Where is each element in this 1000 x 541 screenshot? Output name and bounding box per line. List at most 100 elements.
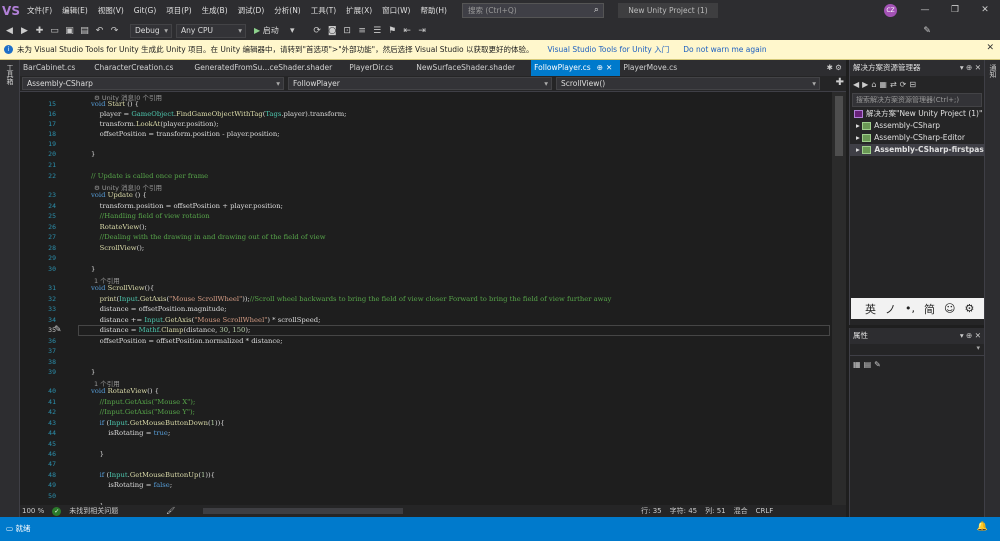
- close-info-bar-icon[interactable]: ✕: [986, 43, 994, 53]
- undo-icon[interactable]: ↶: [94, 26, 105, 36]
- collapse-icon[interactable]: ⊟: [909, 80, 916, 89]
- vs-tools-intro-link[interactable]: Visual Studio Tools for Unity 入门: [548, 44, 670, 55]
- minimize-icon[interactable]: —: [910, 0, 940, 21]
- bookmark-icon[interactable]: ⚑: [387, 26, 398, 36]
- property-pages-icon[interactable]: ✎: [874, 360, 881, 369]
- properties-object-select[interactable]: [850, 344, 984, 356]
- line-number: 34: [48, 316, 56, 324]
- ime-simplified[interactable]: 简: [924, 301, 935, 317]
- vertical-scrollbar[interactable]: [832, 92, 846, 505]
- open-folder-icon[interactable]: ▭: [49, 26, 60, 36]
- back-icon[interactable]: ◀: [4, 26, 15, 36]
- menu-view[interactable]: 视图(V): [93, 0, 129, 21]
- comment-icon[interactable]: ☰: [372, 26, 383, 36]
- global-search-input[interactable]: 搜索 (Ctrl+Q) ⌕: [461, 3, 604, 18]
- configuration-select[interactable]: Debug: [130, 23, 172, 38]
- ime-punctuation-icon[interactable]: •,: [905, 302, 915, 315]
- issues-status[interactable]: 未找到相关问题: [69, 506, 118, 516]
- scrollbar-thumb[interactable]: [835, 96, 843, 156]
- categorized-icon[interactable]: ▦: [853, 360, 861, 369]
- menu-file[interactable]: 文件(F): [22, 0, 57, 21]
- save-all-icon[interactable]: ▤: [79, 26, 90, 36]
- menu-help[interactable]: 帮助(H): [415, 0, 452, 21]
- pane-controls-icon[interactable]: ▾ ⊕ ✕: [960, 60, 981, 76]
- project-dropdown[interactable]: Assembly-CSharp: [22, 77, 284, 90]
- close-icon[interactable]: ✕: [970, 0, 1000, 21]
- menu-analyze[interactable]: 分析(N): [269, 0, 305, 21]
- ime-emoji-icon[interactable]: ☺: [944, 302, 955, 315]
- tree-item-solution[interactable]: 解决方案"New Unity Project (1)": [850, 108, 984, 120]
- bookmark-prev-icon[interactable]: ⇤: [402, 26, 413, 36]
- sync-icon[interactable]: ⇄: [890, 80, 897, 89]
- ime-halfwidth-icon[interactable]: ノ: [885, 301, 896, 317]
- back-icon[interactable]: ◀: [853, 80, 859, 89]
- tree-item-assembly-csharp[interactable]: ▸ Assembly-CSharp: [850, 120, 984, 132]
- pane-controls-icon[interactable]: ▾ ⊕ ✕: [960, 328, 981, 344]
- code-line: offsetPosition = offsetPosition.normaliz…: [78, 337, 283, 345]
- line-ending[interactable]: CRLF: [756, 507, 774, 515]
- tab-followplayer[interactable]: FollowPlayer.cs ⊕ ✕: [531, 60, 621, 76]
- forward-icon[interactable]: ▶: [19, 26, 30, 36]
- split-editor-icon[interactable]: ✚: [836, 77, 844, 88]
- redo-icon[interactable]: ↷: [109, 26, 120, 36]
- pin-tab-icon[interactable]: ⊕: [597, 63, 603, 72]
- line-number-gutter: 15 16 17 18 19 20 21 22 23 24 25 26 27 28 29 30 31 32 33 34…: [20, 92, 58, 505]
- platform-select[interactable]: Any CPU: [176, 23, 246, 38]
- tab-barcabinet[interactable]: BarCabinet.cs: [20, 60, 83, 76]
- tab-newsurfaceshader[interactable]: NewSurfaceShader.shader: [413, 60, 523, 76]
- code-cleanup-icon[interactable]: 🖌: [166, 507, 175, 515]
- menu-extensions[interactable]: 扩展(X): [341, 0, 377, 21]
- tab-playerdir[interactable]: PlayerDir.cs: [346, 60, 401, 76]
- menu-build[interactable]: 生成(B): [197, 0, 233, 21]
- start-button[interactable]: ▶ 启动: [250, 25, 283, 36]
- new-item-icon[interactable]: ✚: [34, 26, 45, 36]
- camera-icon[interactable]: ◙: [327, 26, 338, 36]
- tree-item-assembly-csharp-firstpass[interactable]: ▸ Assembly-CSharp-firstpass: [850, 144, 984, 156]
- class-dropdown[interactable]: FollowPlayer: [288, 77, 552, 90]
- save-icon[interactable]: ▣: [64, 26, 75, 36]
- tree-label: Assembly-CSharp-firstpass: [874, 145, 984, 154]
- horizontal-scrollbar[interactable]: [203, 508, 404, 514]
- solution-search-input[interactable]: 搜索解决方案资源管理器(Ctrl+;): [852, 93, 982, 107]
- zoom-level[interactable]: 100 %: [22, 507, 44, 515]
- menu-project[interactable]: 项目(P): [161, 0, 196, 21]
- ime-settings-icon[interactable]: ⚙: [964, 302, 974, 315]
- avatar[interactable]: CZ: [884, 4, 897, 17]
- bookmark-next-icon[interactable]: ⇥: [417, 26, 428, 36]
- stepper-icon[interactable]: ⊡: [342, 26, 353, 36]
- ime-language[interactable]: 英: [865, 301, 876, 317]
- restore-icon[interactable]: ❐: [940, 0, 970, 21]
- code-editor[interactable]: 15 16 17 18 19 20 21 22 23 24 25 26 27 28 29 30 31 32 33 34…: [20, 92, 832, 505]
- alphabetical-icon[interactable]: ▤: [864, 360, 872, 369]
- menu-edit[interactable]: 编辑(E): [57, 0, 93, 21]
- switch-view-icon[interactable]: ▦: [879, 80, 887, 89]
- code-line: }: [78, 368, 96, 376]
- tab-generated-shader[interactable]: GeneratedFromSu...ceShader.shader: [191, 60, 340, 76]
- solution-explorer: 解决方案资源管理器 ▾ ⊕ ✕ ◀ ▶ ⌂ ▦ ⇄ ⟳ ⊟ 搜索解决方案资源管理器…: [849, 60, 984, 325]
- menu-git[interactable]: Git(G): [129, 0, 162, 21]
- tab-overflow-icon[interactable]: ✱ ⚙: [827, 60, 842, 76]
- do-not-warn-link[interactable]: Do not warn me again: [683, 45, 766, 54]
- hot-reload-icon[interactable]: ⟳: [312, 26, 323, 36]
- menu-debug[interactable]: 调试(D): [233, 0, 270, 21]
- toolbox-tab[interactable]: 工具箱: [5, 64, 15, 85]
- tab-playermove[interactable]: PlayerMove.cs: [620, 60, 685, 76]
- menu-window[interactable]: 窗口(W): [377, 0, 415, 21]
- home-icon[interactable]: ⌂: [871, 80, 876, 89]
- line-number: 23: [48, 191, 56, 199]
- refresh-icon[interactable]: ⟳: [900, 80, 907, 89]
- format-icon[interactable]: ≡: [357, 26, 368, 36]
- close-tab-icon[interactable]: ✕: [606, 63, 612, 72]
- notifications-tab[interactable]: 通知: [988, 64, 998, 78]
- line-number: 18: [48, 130, 56, 138]
- tree-item-assembly-csharp-editor[interactable]: ▸ Assembly-CSharp-Editor: [850, 132, 984, 144]
- member-dropdown[interactable]: ScrollView(): [556, 77, 820, 90]
- forward-icon[interactable]: ▶: [862, 80, 868, 89]
- line-number: 25: [48, 212, 56, 220]
- start-dropdown-icon[interactable]: ▾: [287, 26, 298, 36]
- feedback-icon[interactable]: ✎: [922, 26, 933, 36]
- tabs-mode[interactable]: 混合: [734, 506, 748, 516]
- notifications-bell-icon[interactable]: 🔔: [977, 522, 988, 532]
- tab-charactercreation[interactable]: CharacterCreation.cs: [91, 60, 181, 76]
- menu-tools[interactable]: 工具(T): [306, 0, 341, 21]
